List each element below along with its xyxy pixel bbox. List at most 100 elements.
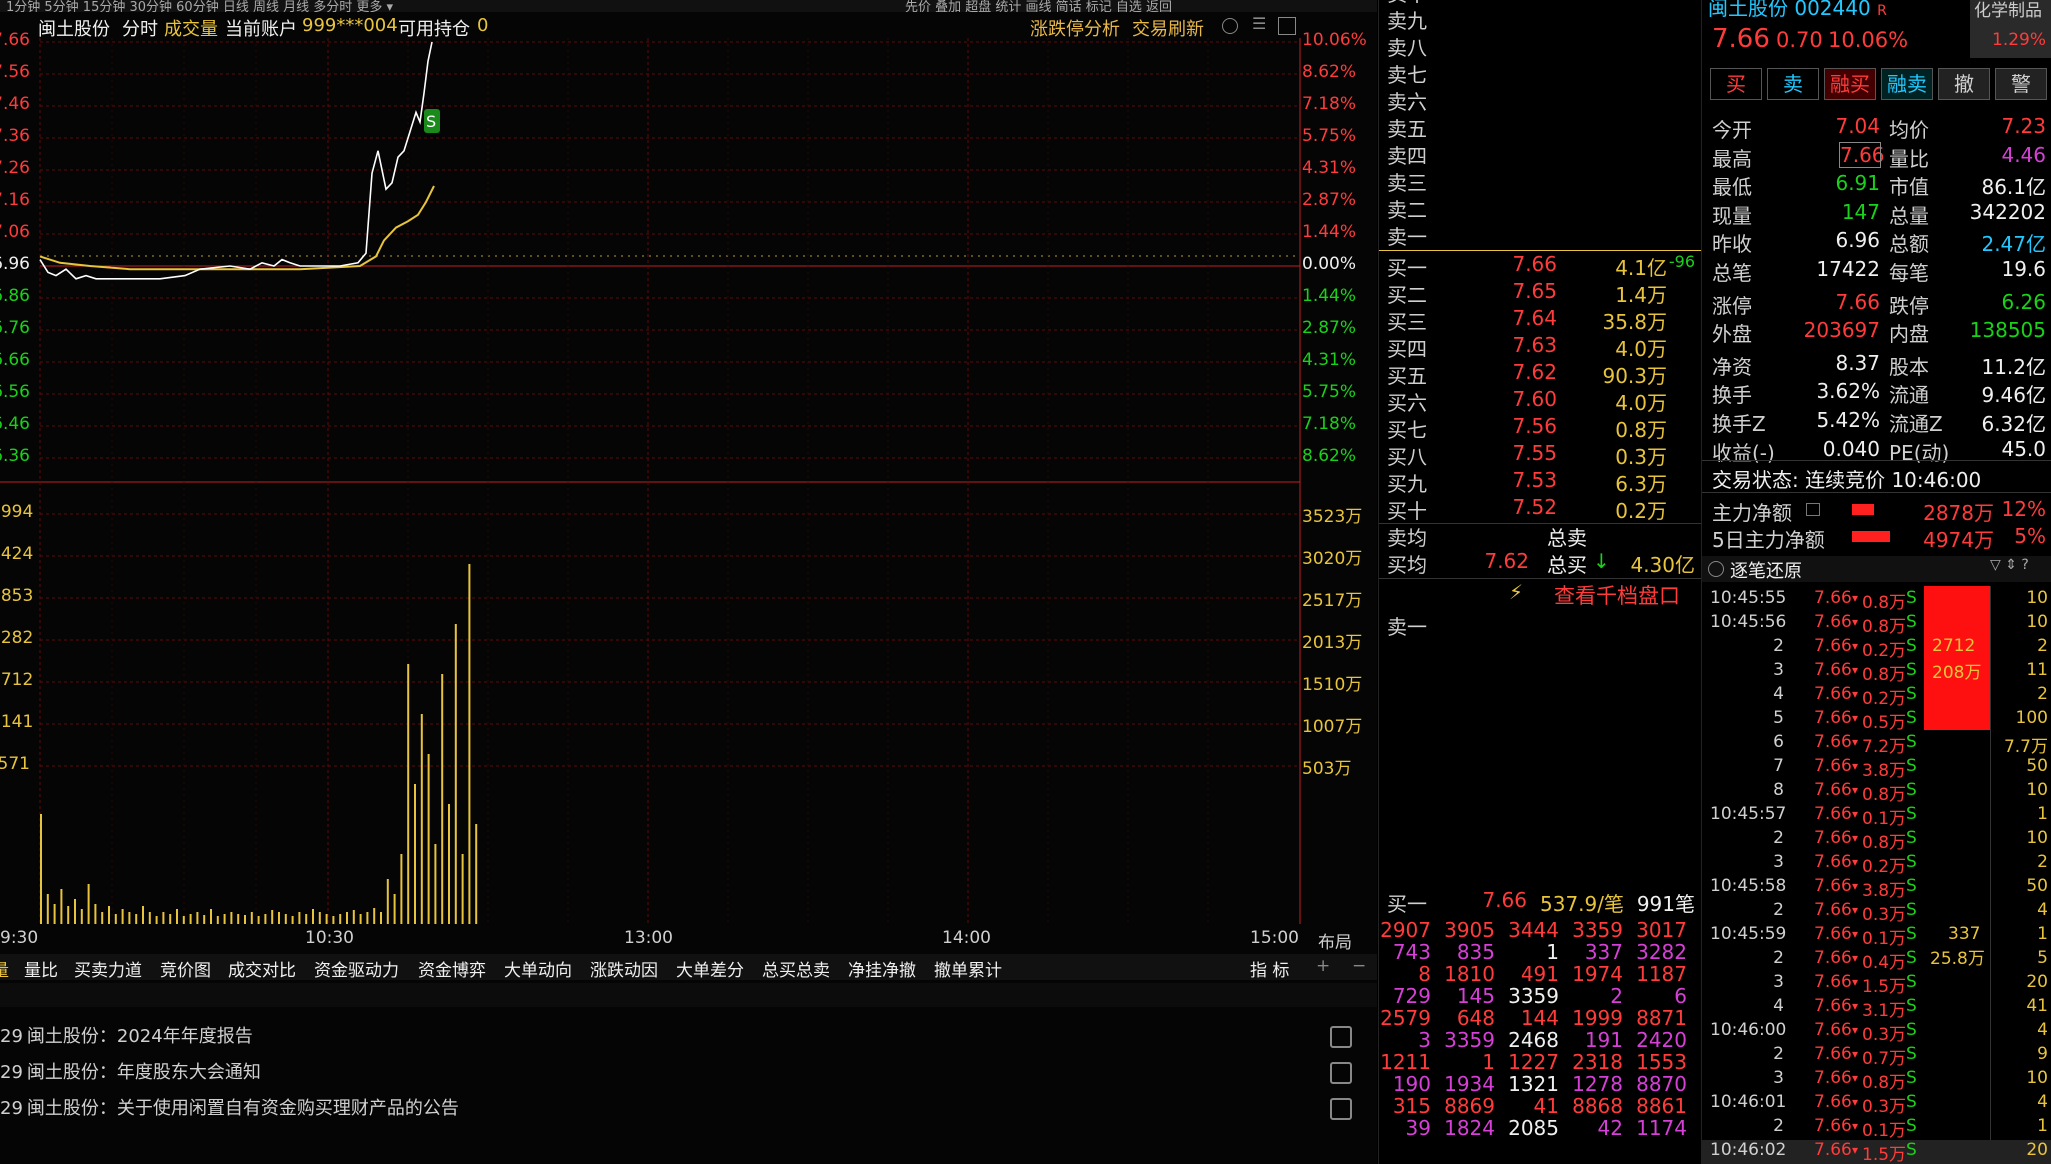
queue-cell: 1187: [1636, 962, 1687, 986]
indicator-tab[interactable]: 撤单累计: [934, 956, 1002, 981]
sell-level-row[interactable]: 卖二: [1379, 194, 1701, 222]
action-button[interactable]: 融买: [1824, 68, 1876, 100]
tick-orders: 1: [2037, 924, 2048, 944]
action-button[interactable]: 买: [1710, 68, 1762, 100]
buy-level-row[interactable]: 买四 7.63 4.0万: [1379, 333, 1701, 361]
indicator-tab[interactable]: 竞价图: [160, 956, 211, 981]
sell-level-row[interactable]: 卖四: [1379, 140, 1701, 168]
indicator-tab[interactable]: 总买总卖: [762, 956, 830, 981]
tick-time: 10:45:59: [1710, 924, 1787, 944]
buy-level-row[interactable]: 买八 7.55 0.3万: [1379, 441, 1701, 469]
news-item[interactable]: 29 闽土股份：2024年年度报告: [0, 1022, 253, 1048]
volume-bar: [128, 912, 131, 924]
indicator-tab[interactable]: 涨跌动因: [590, 956, 658, 981]
tick-header: 逐笔还原: [1730, 561, 1802, 582]
sell-level-row[interactable]: 卖五: [1379, 113, 1701, 141]
position-value: 0: [477, 15, 489, 36]
news-item[interactable]: 29 闽土股份：年度股东大会通知: [0, 1058, 261, 1084]
plus-icon[interactable]: +: [1316, 956, 1330, 976]
r-badge-icon: R: [1877, 3, 1887, 19]
sell-level-row[interactable]: 卖八: [1379, 32, 1701, 60]
price-volume-chart[interactable]: S: [0, 38, 1377, 928]
thousand-level-link[interactable]: 查看千档盘口: [1554, 580, 1680, 610]
sell-avg-row: 卖均 总卖: [1387, 526, 1587, 550]
news-title[interactable]: 闽土股份：年度股东大会通知: [27, 1062, 261, 1083]
sell-level-row[interactable]: 卖九: [1379, 5, 1701, 33]
pdf-icon[interactable]: [1330, 1026, 1352, 1048]
action-button[interactable]: 卖: [1767, 68, 1819, 100]
volume-bar: [53, 904, 56, 924]
collapse-icon[interactable]: [1708, 561, 1724, 577]
indicator-tab[interactable]: 资金博弈: [418, 956, 486, 981]
up-arrow-icon: ▾: [1852, 903, 1859, 917]
percent-tick-label: 7.18%: [1302, 414, 1357, 434]
buy-level-row[interactable]: 买三 7.64 35.8万: [1379, 306, 1701, 334]
indicator-tab[interactable]: 资金驱动力: [314, 956, 399, 981]
up-arrow-icon: ▾: [1852, 1143, 1859, 1157]
stat-value: 7.04: [1835, 114, 1880, 138]
tick-time: 6: [1773, 732, 1784, 752]
indicator-tab[interactable]: 净挂净撤: [848, 956, 916, 981]
buy-level-row[interactable]: 买五 7.62 90.3万: [1379, 360, 1701, 388]
stats-row: 昨收 6.96 总额 2.47亿: [1702, 228, 2051, 256]
tick-orders: 2: [2037, 636, 2048, 656]
level-label: 卖一: [1387, 225, 1427, 249]
buy-level-row[interactable]: 买一 7.66 4.1亿 -96: [1379, 252, 1701, 280]
volume-bar: [162, 912, 165, 924]
tick-row: 7 7.66 ▾ 3.8万 S 50: [1702, 756, 2051, 781]
sell-level-row[interactable]: 卖一: [1379, 221, 1701, 249]
volume-bar: [312, 909, 314, 924]
layout-icon[interactable]: [1278, 17, 1296, 35]
indicator-tab[interactable]: 量比: [24, 956, 58, 981]
period-tabs[interactable]: 1分钟 5分钟 15分钟 30分钟 60分钟 日线 周线 月线 多分时 更多 ▾: [6, 0, 393, 12]
volume-bar: [87, 884, 90, 924]
queue-cell: 1278: [1572, 1072, 1623, 1096]
news-title[interactable]: 闽土股份：2024年年度报告: [27, 1026, 253, 1047]
sell-level-row[interactable]: 卖三: [1379, 167, 1701, 195]
layout-button[interactable]: 布局: [1318, 928, 1352, 953]
sector-box[interactable]: 化学制品 1.29%: [1970, 0, 2051, 58]
volume-bar: [461, 854, 464, 924]
news-title[interactable]: 闽土股份：关于使用闲置自有资金购买理财产品的公告: [27, 1098, 459, 1119]
action-button[interactable]: 撤: [1938, 68, 1990, 100]
buy-level-row[interactable]: 买七 7.56 0.8万: [1379, 414, 1701, 442]
news-item[interactable]: 29 闽土股份：关于使用闲置自有资金购买理财产品的公告: [0, 1094, 459, 1120]
stat-value: 8.37: [1835, 350, 1880, 375]
indicator-tab[interactable]: 大单动向: [504, 956, 572, 981]
queue-cell: 145: [1456, 984, 1495, 1008]
price-tick-label: 6.76: [0, 318, 30, 338]
minus-icon[interactable]: −: [1352, 956, 1366, 976]
volume-bar: [46, 894, 49, 924]
buy-level-row[interactable]: 买十 7.52 0.2万: [1379, 495, 1701, 523]
pdf-icon[interactable]: [1330, 1062, 1352, 1084]
buy-level-row[interactable]: 买九 7.53 6.3万: [1379, 468, 1701, 496]
period-toolbar[interactable]: 1分钟 5分钟 15分钟 30分钟 60分钟 日线 周线 月线 多分时 更多 ▾…: [0, 0, 1377, 12]
tick-volume: 0.2万: [1862, 641, 1907, 661]
stat-label: PE(动): [1889, 440, 1950, 465]
action-button[interactable]: 融卖: [1881, 68, 1933, 100]
buy-level-row[interactable]: 买六 7.60 4.0万: [1379, 387, 1701, 415]
tick-row: 3 7.66 ▾ 0.8万 S 10: [1702, 1068, 2051, 1093]
tick-side: S: [1906, 1068, 1917, 1088]
volume-bar: [400, 854, 403, 924]
buy-level-row[interactable]: 买二 7.65 1.4万: [1379, 279, 1701, 307]
queue-cell: 8871: [1636, 1006, 1687, 1030]
toolbar-right-buttons[interactable]: 先价 叠加 超盘 统计 画线 简话 标记 自选 返回: [905, 0, 1172, 12]
tick-orders: 4: [2037, 1020, 2048, 1040]
sell-level-row[interactable]: 卖七: [1379, 59, 1701, 87]
zoom-icon[interactable]: [1222, 18, 1238, 34]
indicator-tab[interactable]: 量: [0, 956, 9, 981]
indicator-button[interactable]: 指 标: [1250, 956, 1289, 981]
info-icon[interactable]: [1806, 503, 1820, 516]
tick-price: 7.66: [1814, 948, 1852, 968]
indicator-tab[interactable]: 成交对比: [228, 956, 296, 981]
tick-time: 2: [1773, 1044, 1784, 1064]
indicator-tab[interactable]: 买卖力道: [74, 956, 142, 981]
indicator-tab[interactable]: 大单差分: [676, 956, 744, 981]
sell-level-row[interactable]: 卖六: [1379, 86, 1701, 114]
volume-bar: [257, 916, 260, 924]
menu-icon[interactable]: ☰: [1252, 14, 1266, 33]
filter-icon[interactable]: ▽ ⇕ ?: [1990, 557, 2029, 573]
pdf-icon[interactable]: [1330, 1098, 1352, 1120]
action-button[interactable]: 警: [1995, 68, 2047, 100]
